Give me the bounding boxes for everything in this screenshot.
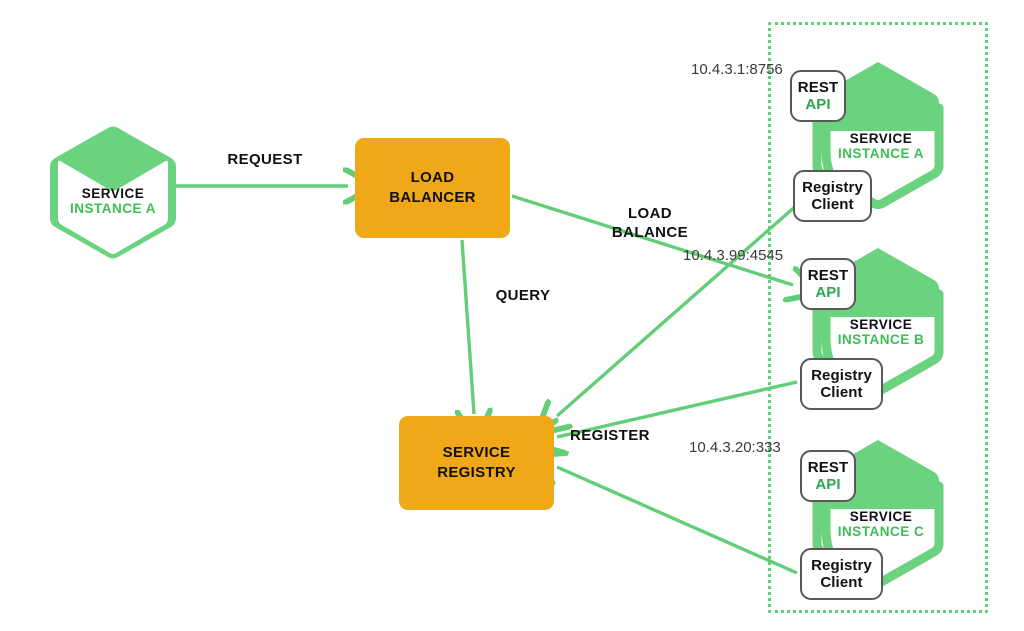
- registry-client-instance-b[interactable]: Registry Client: [800, 358, 883, 410]
- registry-client-line2: Client: [820, 574, 863, 591]
- service-registry-node[interactable]: SERVICE REGISTRY: [399, 416, 554, 510]
- address-instance-a: 10.4.3.1:8756: [691, 61, 783, 78]
- rest-api-line2: API: [815, 476, 841, 493]
- diagram-canvas: SERVICE INSTANCE A LOAD BALANCER SERVICE…: [0, 0, 1024, 631]
- registry-client-line2: Client: [820, 384, 863, 401]
- registry-client-line1: Registry: [802, 179, 863, 196]
- rest-api-line1: REST: [807, 459, 849, 476]
- registry-client-line2: Client: [811, 196, 854, 213]
- instance-hexagons-layer: [812, 62, 944, 587]
- rest-api-line2: API: [815, 284, 841, 301]
- edge-label-load-balance: LOAD BALANCE: [611, 205, 689, 241]
- address-instance-b: 10.4.3.99:4545: [683, 247, 784, 264]
- registry-client-line1: Registry: [811, 367, 872, 384]
- rest-api-instance-b[interactable]: REST API: [800, 258, 856, 310]
- load-balancer-node[interactable]: LOAD BALANCER: [355, 138, 510, 238]
- rest-api-line1: REST: [797, 79, 839, 96]
- edge-label-register: REGISTER: [570, 427, 650, 444]
- rest-api-line1: REST: [807, 267, 849, 284]
- edge-label-request: REQUEST: [227, 151, 303, 168]
- edge-label-query: QUERY: [495, 287, 551, 304]
- rest-api-instance-a[interactable]: REST API: [790, 70, 846, 122]
- address-instance-c: 10.4.3.20:333: [689, 439, 781, 456]
- registry-client-line1: Registry: [811, 557, 872, 574]
- rest-api-line2: API: [805, 96, 831, 113]
- registry-client-instance-a[interactable]: Registry Client: [793, 170, 872, 222]
- rest-api-instance-c[interactable]: REST API: [800, 450, 856, 502]
- registry-client-instance-c[interactable]: Registry Client: [800, 548, 883, 600]
